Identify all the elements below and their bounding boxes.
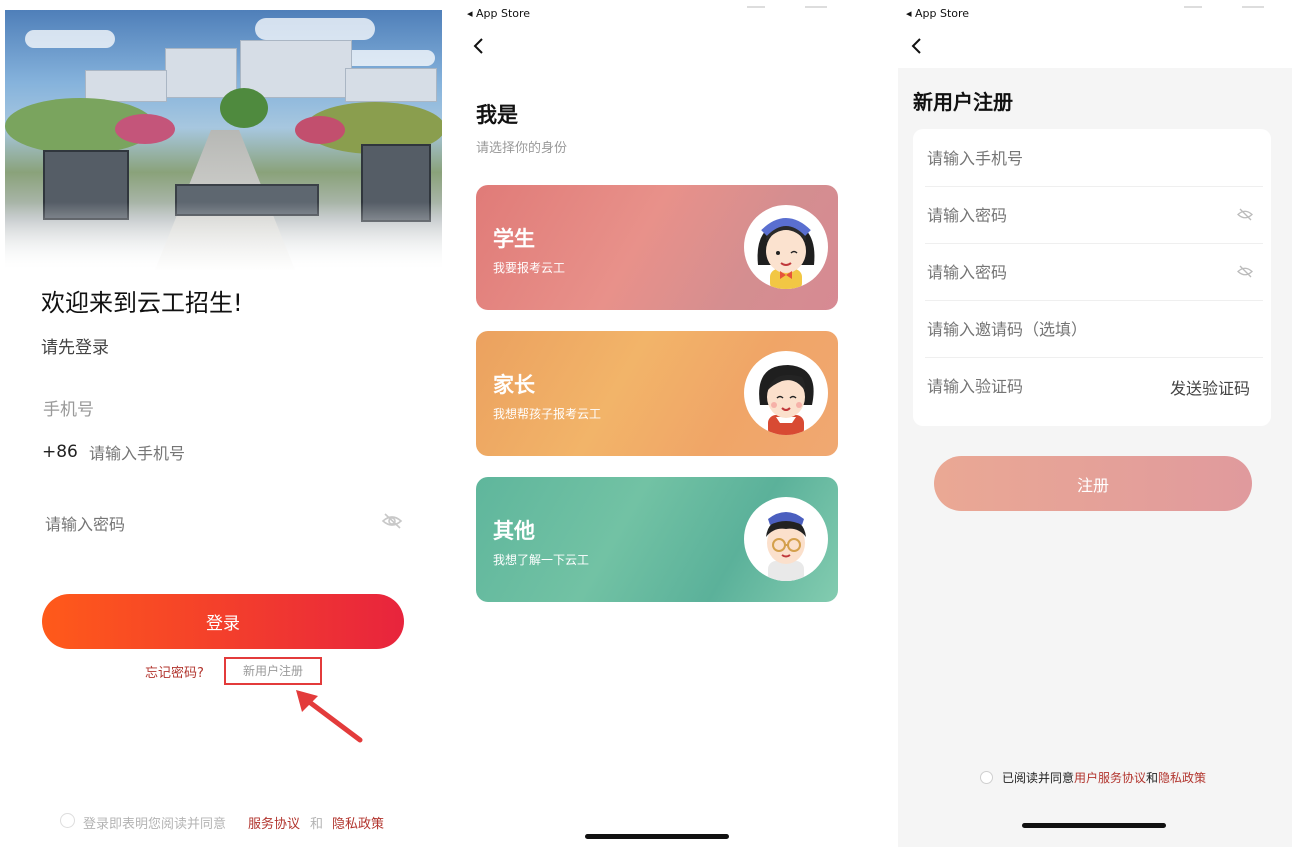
card-name: 学生 [493,227,535,251]
eye-hidden-icon[interactable] [1237,265,1253,278]
login-button[interactable]: 登录 [42,594,404,649]
signal-indicator [1184,6,1202,8]
card-name: 家长 [493,373,535,397]
parent-avatar-icon [744,351,828,435]
password-input[interactable] [43,514,347,535]
new-user-register-link[interactable]: 新用户注册 [224,657,322,685]
agreement-text: 已阅读并同意用户服务协议和隐私政策 [1002,769,1206,786]
register-button[interactable]: 注册 [934,456,1252,511]
app-store-back-link[interactable]: ◂ App Store [906,7,969,20]
page-title: 新用户注册 [913,90,1013,114]
service-agreement-link[interactable]: 服务协议 [248,813,300,832]
battery-indicator [1242,6,1264,8]
home-indicator [1022,823,1166,828]
phone-row [925,130,1263,187]
phone-label: 手机号 [43,400,94,420]
verify-code-input[interactable] [925,376,1159,397]
privacy-policy-link[interactable]: 隐私政策 [1158,771,1206,785]
send-code-button[interactable]: 发送验证码 [1170,375,1250,399]
agree-and: 和 [1146,771,1159,785]
verify-code-row: 发送验证码 [925,358,1263,415]
login-screen: 欢迎来到云工招生! 请先登录 手机号 +86 登录 忘记密码? 新用户注册 登录… [5,0,442,847]
register-screen: ◂ App Store 新用户注册 发送验证码 [898,0,1292,847]
other-avatar-icon [744,497,828,581]
phone-input[interactable] [925,148,1159,169]
battery-indicator [805,6,827,8]
campus-banner-image [5,10,442,272]
home-indicator [585,834,729,839]
password-row [925,187,1263,244]
card-desc: 我想帮孩子报考云工 [493,407,602,421]
identity-card-parent[interactable]: 家长 我想帮孩子报考云工 [476,331,838,456]
back-chevron-icon[interactable] [472,37,486,55]
identity-card-other[interactable]: 其他 我想了解一下云工 [476,477,838,602]
forgot-password-link[interactable]: 忘记密码? [145,662,204,681]
card-name: 其他 [493,519,535,543]
page-title: 我是 [476,103,518,127]
identity-card-student[interactable]: 学生 我要报考云工 [476,185,838,310]
card-desc: 我想了解一下云工 [493,553,590,567]
login-subtitle: 请先登录 [41,338,109,358]
country-code[interactable]: +86 [42,442,78,462]
agreement-radio[interactable] [60,813,75,828]
signal-indicator [747,6,765,8]
student-avatar-icon [744,205,828,289]
agree-prefix: 已阅读并同意 [1002,771,1075,785]
agreement-and: 和 [310,817,324,832]
welcome-title: 欢迎来到云工招生! [41,289,243,317]
invite-code-row [925,301,1263,358]
agreement-text: 登录即表明您阅读并同意 [83,817,227,832]
confirm-password-row [925,244,1263,301]
register-form: 发送验证码 [913,129,1271,426]
app-store-back-link[interactable]: ◂ App Store [467,7,530,20]
privacy-policy-link[interactable]: 隐私政策 [332,813,384,832]
agreement-radio[interactable] [980,771,993,784]
identity-screen: ◂ App Store 我是 请选择你的身份 学生 我要报考云工 家长 我想帮孩… [447,0,889,847]
confirm-password-input[interactable] [925,262,1159,283]
invite-code-input[interactable] [925,319,1159,340]
password-input[interactable] [925,205,1159,226]
phone-input[interactable] [87,443,371,464]
highlight-arrow-icon [296,690,363,743]
eye-hidden-icon[interactable] [381,512,403,530]
page-subtitle: 请选择你的身份 [476,141,568,156]
eye-hidden-icon[interactable] [1237,208,1253,221]
card-desc: 我要报考云工 [493,261,566,275]
user-agreement-link[interactable]: 用户服务协议 [1074,771,1146,785]
back-chevron-icon[interactable] [910,37,924,55]
